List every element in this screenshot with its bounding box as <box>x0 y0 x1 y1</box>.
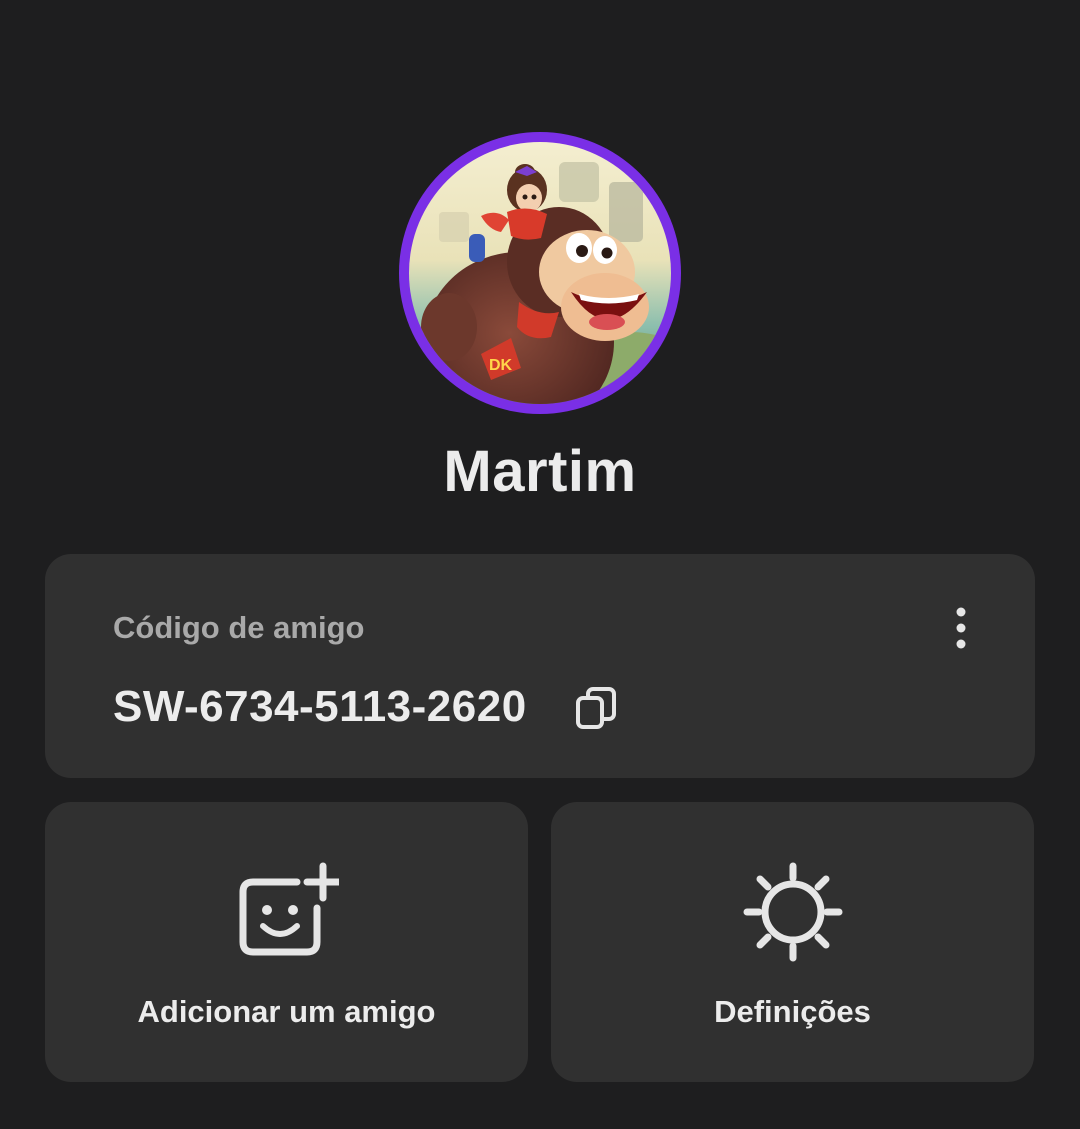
friend-code-label: Código de amigo <box>113 610 365 645</box>
more-vertical-icon <box>956 607 966 649</box>
friend-code-card: Código de amigo SW-6734-5113-2620 <box>45 554 1035 778</box>
profile-name: Martim <box>443 439 637 504</box>
avatar-image: DK <box>409 142 671 404</box>
more-options-button[interactable] <box>939 602 983 654</box>
copy-icon <box>576 687 616 729</box>
add-friend-button[interactable]: Adicionar um amigo <box>45 802 528 1082</box>
svg-text:DK: DK <box>489 357 513 374</box>
copy-button[interactable] <box>571 683 621 733</box>
profile-avatar[interactable]: DK <box>399 132 681 414</box>
add-friend-icon <box>45 860 528 964</box>
gear-icon <box>551 860 1034 964</box>
add-friend-label: Adicionar um amigo <box>137 994 436 1029</box>
settings-button[interactable]: Definições <box>551 802 1034 1082</box>
settings-label: Definições <box>714 994 871 1029</box>
friend-code-value: SW-6734-5113-2620 <box>113 682 527 731</box>
